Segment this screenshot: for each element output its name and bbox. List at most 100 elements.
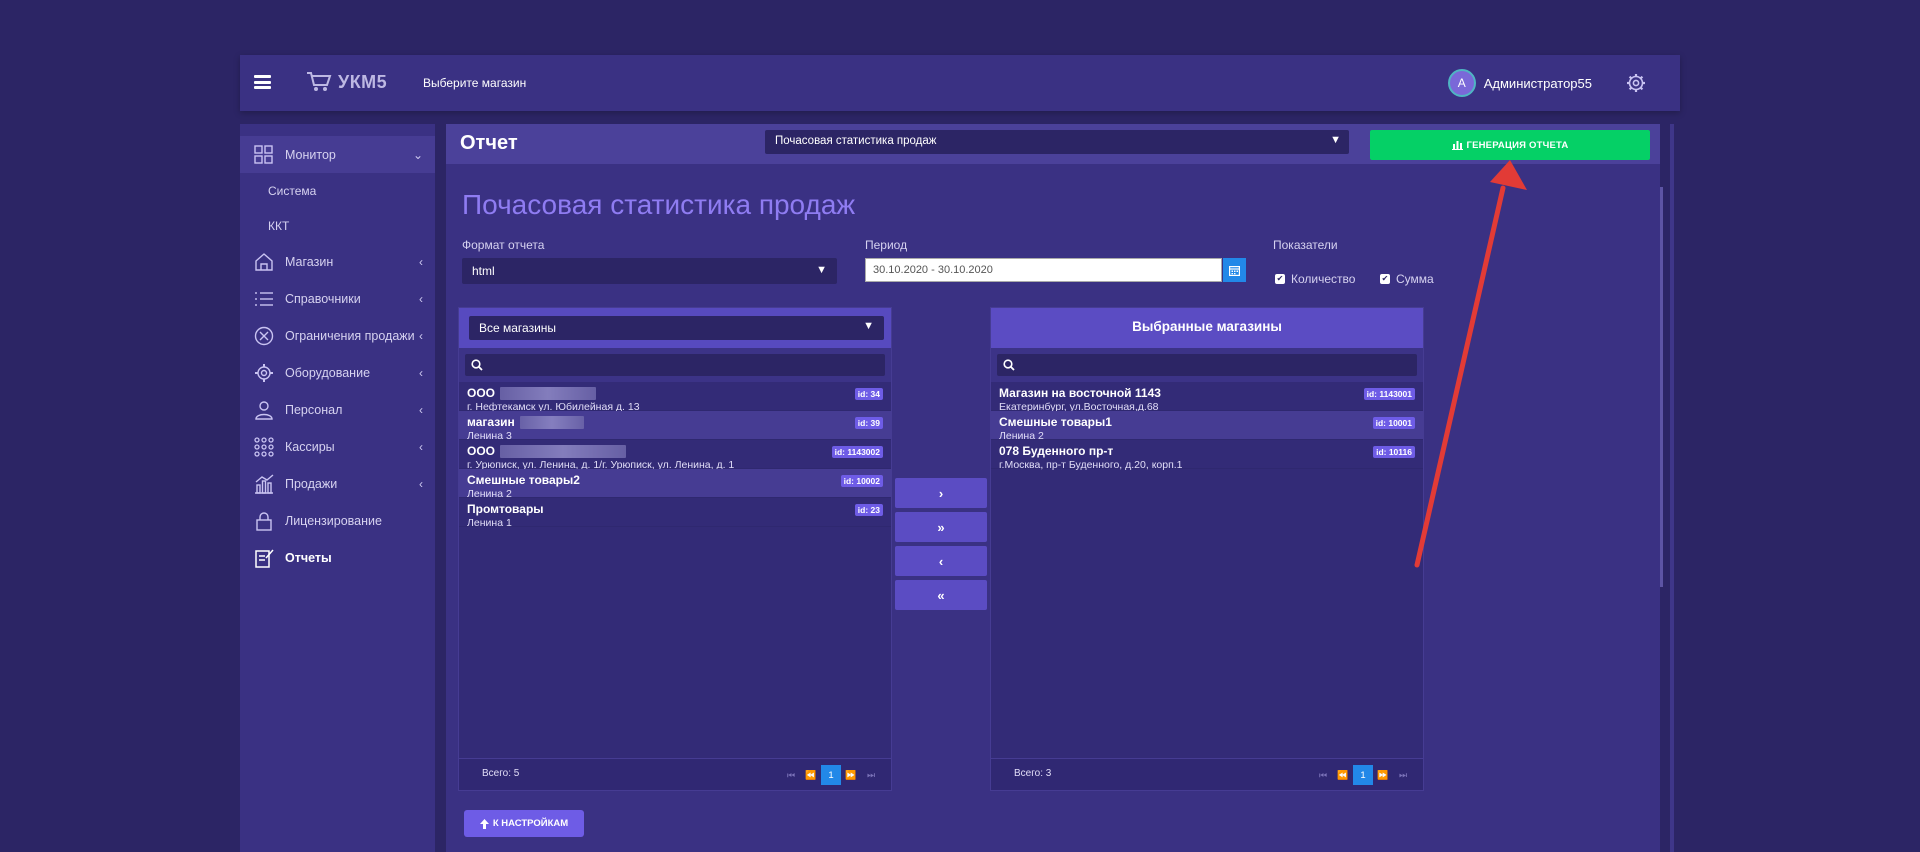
move-all-left-button[interactable]: « (895, 580, 987, 610)
store-id-badge: id: 10116 (1373, 446, 1415, 458)
menu-icon[interactable] (254, 75, 271, 89)
list-item[interactable]: ООО г. Урюпиcк, ул. Ленина, д. 1/г. Урюп… (459, 440, 891, 471)
page-number[interactable]: 1 (1353, 765, 1373, 785)
quantity-checkbox[interactable]: ✔ Количество (1275, 272, 1355, 286)
cart-icon (307, 72, 332, 91)
report-type-select[interactable]: Почасовая статистика продаж ▼ (765, 130, 1349, 154)
page-number[interactable]: 1 (821, 765, 841, 785)
app-name: УКМ5 (338, 71, 388, 92)
store-filter-select[interactable]: Все магазины ▼ (469, 316, 884, 340)
list-item[interactable]: магазин Ленина 3 id: 39 (459, 411, 891, 442)
restrict-icon (253, 325, 275, 347)
list-item[interactable]: Смешные товары1 Ленина 2 id: 10001 (991, 411, 1423, 442)
move-all-right-button[interactable]: » (895, 512, 987, 542)
next-page-icon[interactable]: ⏩ (841, 765, 861, 785)
list-item[interactable]: Промтовары Ленина 1 id: 23 (459, 498, 891, 529)
calendar-button[interactable] (1223, 258, 1246, 282)
chevron-left-icon: ‹ (419, 477, 423, 491)
sidebar-item-label: Ограничения продажи (285, 328, 415, 343)
sidebar-item-label: Лицензирование (285, 513, 382, 528)
chevron-left-icon: ‹ (419, 440, 423, 454)
settings-gear-icon[interactable] (1626, 73, 1646, 93)
generate-report-button[interactable]: ГЕНЕРАЦИЯ ОТЧЕТА (1370, 130, 1650, 160)
list-item[interactable]: Магазин на восточной 1143 Екатеринбург, … (991, 382, 1423, 413)
list-item[interactable]: ООО г. Нефтекамск ул. Юбилейная д. 13 id… (459, 382, 891, 413)
store-search-input[interactable] (465, 354, 885, 376)
available-stores-header: Все магазины ▼ (459, 308, 891, 348)
list-item[interactable]: 078 Буденного пр-т г.Москва, пр-т Буденн… (991, 440, 1423, 471)
sidebar-item-sale-restrictions[interactable]: Ограничения продажи ‹ (240, 317, 435, 354)
chevron-left-icon: ‹ (419, 292, 423, 306)
store-select[interactable]: Выберите магазин (423, 76, 526, 90)
back-to-settings-button[interactable]: К НАСТРОЙКАМ (464, 810, 584, 837)
user-name: Администратор55 (1483, 75, 1592, 91)
chevron-left-icon: ‹ (419, 403, 423, 417)
sidebar-item-label: Персонал (285, 402, 343, 417)
move-right-button[interactable]: › (895, 478, 987, 508)
list-item[interactable]: Смешные товары2 Ленина 2 id: 10002 (459, 469, 891, 500)
prev-page-icon[interactable]: ⏪ (1333, 765, 1353, 785)
sidebar-subitem-kkt[interactable]: ККТ (240, 208, 435, 243)
store-name: 078 Буденного пр-т (999, 444, 1114, 458)
store-filter-value: Все магазины (479, 321, 557, 335)
user-menu[interactable]: A Администратор55 (1447, 69, 1592, 97)
sidebar-item-licensing[interactable]: Лицензирование (240, 502, 435, 539)
sidebar-item-cashiers[interactable]: Кассиры ‹ (240, 428, 435, 465)
redacted-block (500, 445, 627, 459)
dropdown-arrow-icon: ▼ (863, 320, 874, 332)
quantity-label: Количество (1291, 272, 1356, 286)
back-to-settings-label: К НАСТРОЙКАМ (492, 818, 569, 829)
sidebar-item-label: Монитор (285, 147, 336, 162)
next-page-icon[interactable]: ⏩ (1373, 765, 1393, 785)
available-stores-panel: Все магазины ▼ ООО г. Нефтекамск ул. Юби… (458, 307, 892, 791)
report-type-value: Почасовая статистика продаж (775, 135, 937, 147)
first-page-icon[interactable]: ⏮ (781, 765, 801, 785)
available-stores-list: ООО г. Нефтекамск ул. Юбилейная д. 13 id… (459, 382, 891, 529)
app-logo[interactable]: УКМ5 (306, 71, 387, 93)
move-left-button[interactable]: ‹ (895, 546, 987, 576)
selected-search-input[interactable] (997, 354, 1417, 376)
sidebar-item-label: Справочники (285, 291, 361, 306)
panel-footer: Всего: 3 ⏮ ⏪ 1 ⏩ ⏭ (991, 758, 1423, 790)
sales-icon (253, 473, 275, 495)
sidebar-subitem-system[interactable]: Система (240, 173, 435, 208)
sidebar: Монитор ⌄ Система ККТ Магазин ‹ Справочн… (240, 124, 435, 852)
sidebar-item-store[interactable]: Магазин ‹ (240, 243, 435, 280)
sidebar-item-reports[interactable]: Отчеты (240, 539, 435, 576)
checkmark-icon: ✔ (1275, 274, 1285, 284)
format-value: html (472, 264, 495, 278)
redacted-block (500, 387, 597, 401)
main-scrollbar-thumb[interactable] (1660, 187, 1663, 587)
sidebar-item-label: Магазин (285, 254, 334, 269)
store-id-badge: id: 1143001 (1363, 388, 1415, 400)
sidebar-item-monitor[interactable]: Монитор ⌄ (240, 136, 435, 173)
first-page-icon[interactable]: ⏮ (1313, 765, 1333, 785)
transfer-buttons: › » ‹ « (895, 478, 987, 614)
format-select[interactable]: html ▼ (462, 258, 837, 284)
search-icon (1003, 359, 1015, 371)
chevron-down-icon: ⌄ (412, 148, 423, 162)
prev-page-icon[interactable]: ⏪ (801, 765, 821, 785)
total-count: Всего: 5 (482, 768, 520, 779)
last-page-icon[interactable]: ⏭ (861, 765, 881, 785)
sidebar-item-equipment[interactable]: Оборудование ‹ (240, 354, 435, 391)
sidebar-item-sales[interactable]: Продажи ‹ (240, 465, 435, 502)
store-icon (253, 251, 275, 273)
panel-footer: Всего: 5 ⏮ ⏪ 1 ⏩ ⏭ (459, 758, 891, 790)
store-name: ООО (467, 386, 496, 400)
store-name: Магазин на восточной 1143 (999, 386, 1161, 400)
redacted-block (520, 416, 585, 430)
period-input[interactable] (865, 258, 1222, 282)
sidebar-item-directories[interactable]: Справочники ‹ (240, 280, 435, 317)
sum-checkbox[interactable]: ✔ Сумма (1380, 272, 1434, 286)
page-scrollbar-track[interactable] (1670, 124, 1674, 852)
sidebar-item-staff[interactable]: Персонал ‹ (240, 391, 435, 428)
format-label: Формат отчета (462, 238, 545, 252)
dropdown-arrow-icon: ▼ (816, 264, 827, 276)
last-page-icon[interactable]: ⏭ (1393, 765, 1413, 785)
app-window: УКМ5 Выберите магазин A Администратор55 … (240, 55, 1680, 852)
report-heading: Почасовая статистика продаж (462, 189, 856, 220)
chevron-left-icon: ‹ (419, 329, 423, 343)
sidebar-item-label: Отчеты (285, 550, 332, 565)
sum-label: Сумма (1396, 272, 1434, 286)
